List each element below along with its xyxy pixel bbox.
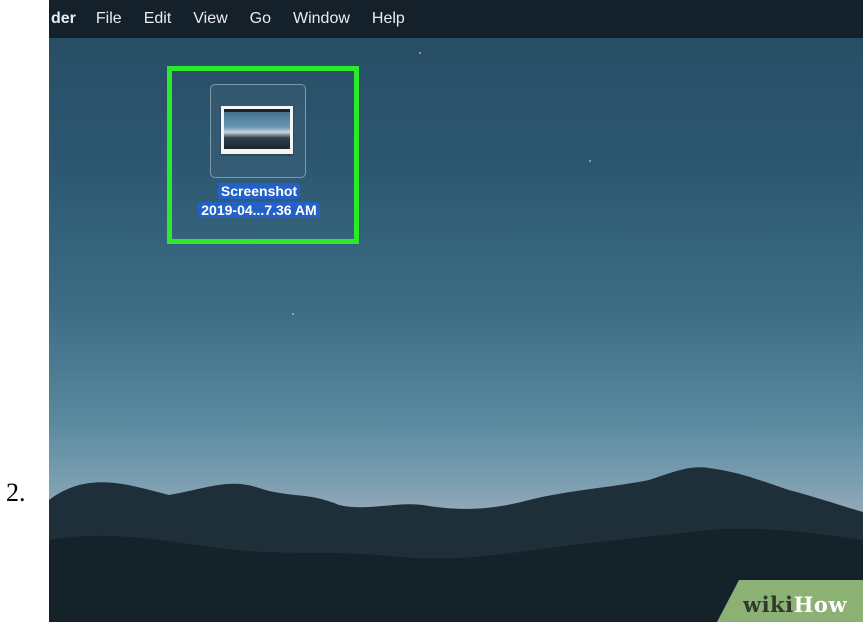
wikihow-logo: wikiHow [743,592,847,617]
wikihow-logo-wiki: wiki [743,592,794,617]
wikihow-logo-how: How [793,592,848,617]
menu-view[interactable]: View [193,10,227,28]
screenshot-file-icon[interactable] [210,84,306,178]
menu-help[interactable]: Help [372,10,405,28]
page: 2. der File Edit View Go Window Help Scr… [0,0,863,622]
image-file-icon [221,106,293,154]
file-name-line2: 2019-04...7.36 AM [198,202,320,218]
menu-go[interactable]: Go [250,10,271,28]
step-number: 2. [6,478,26,507]
menu-finder[interactable]: der [51,10,76,28]
menu-edit[interactable]: Edit [144,10,172,28]
screenshot-thumbnail [224,109,290,149]
file-name-label[interactable]: Screenshot 2019-04...7.36 AM [177,182,341,220]
thumbnail-menubar [224,109,290,112]
file-name-line1: Screenshot [217,183,301,199]
mac-desktop-screen: der File Edit View Go Window Help Screen… [49,0,863,622]
menu-window[interactable]: Window [293,10,350,28]
menu-bar: der File Edit View Go Window Help [49,0,863,38]
menu-file[interactable]: File [96,10,122,28]
